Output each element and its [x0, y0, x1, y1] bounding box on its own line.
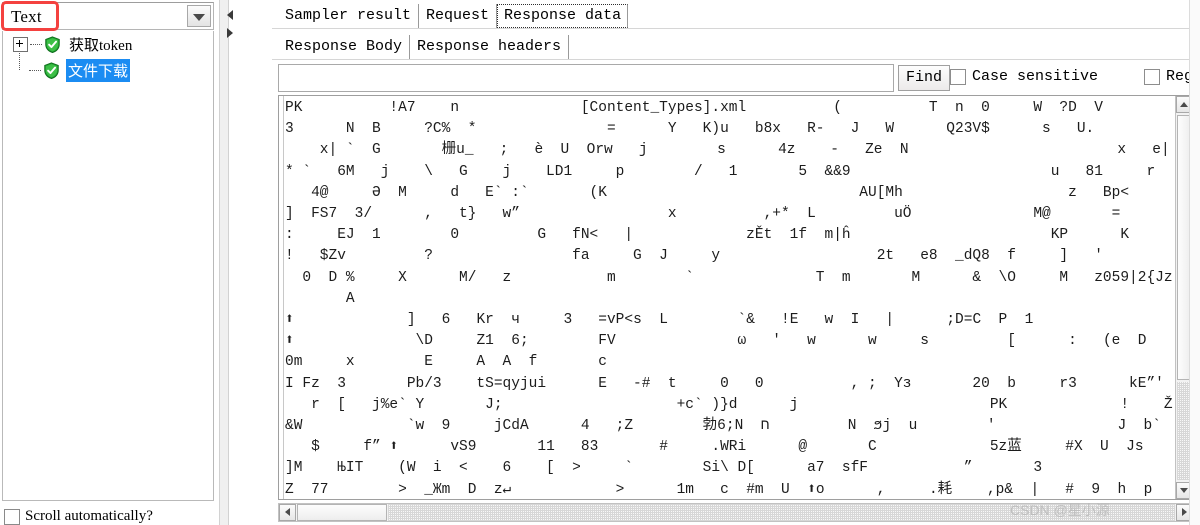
checkbox-box[interactable]	[950, 68, 966, 85]
find-button[interactable]: Find	[898, 65, 951, 91]
expand-plus-icon[interactable]	[13, 36, 28, 52]
right-panel: Sampler result Request Response data Res…	[272, 0, 1200, 525]
render-format-value: Text	[11, 7, 42, 26]
response-body-content[interactable]: PK !A7 n [Content_Types].xml ( T n 0 W ?…	[279, 96, 1179, 499]
left-panel: Text 获取token 文件下载 Scroll automatically?	[0, 0, 218, 525]
chevron-down-icon[interactable]	[187, 5, 211, 27]
outer-tab-bar: Sampler result Request Response data	[278, 2, 629, 28]
response-body-text: PK !A7 n [Content_Types].xml ( T n 0 W ?…	[285, 100, 1179, 498]
splitter-bar[interactable]	[219, 0, 229, 525]
green-shield-check-icon	[44, 35, 61, 53]
triangle-left-icon[interactable]	[227, 10, 233, 20]
tree-dash-icon	[30, 43, 42, 45]
panel-splitter[interactable]	[218, 0, 272, 525]
triangle-left-icon[interactable]	[279, 504, 296, 521]
tree-item-get-token[interactable]: 获取token	[3, 31, 213, 57]
tree-item-label: 获取token	[69, 37, 133, 54]
response-body-viewport[interactable]: PK !A7 n [Content_Types].xml ( T n 0 W ?…	[278, 95, 1194, 500]
case-sensitive-label: Case sensitive	[972, 68, 1099, 85]
outer-tab-underline	[272, 28, 1200, 29]
tree-dash-icon	[29, 69, 41, 71]
inner-tab-underline	[272, 59, 1200, 60]
scroll-automatically-checkbox[interactable]: Scroll automatically?	[4, 508, 153, 525]
inner-tab-bar: Response Body Response headers	[278, 33, 570, 59]
tab-request[interactable]: Request	[419, 4, 498, 28]
scroll-automatically-label: Scroll automatically?	[25, 508, 153, 524]
checkbox-box[interactable]	[1144, 68, 1160, 85]
tab-response-headers[interactable]: Response headers	[410, 35, 570, 59]
content-left-rule	[279, 96, 284, 499]
render-format-combobox[interactable]: Text	[2, 2, 214, 30]
horizontal-scrollbar-track[interactable]	[388, 504, 1175, 521]
checkbox-box[interactable]	[4, 508, 20, 525]
jmeter-view-results-tree-window: Text 获取token 文件下载 Scroll automatically? …	[0, 0, 1200, 525]
tree-item-label: 文件下载	[66, 58, 131, 82]
search-input[interactable]	[278, 64, 894, 92]
green-shield-check-icon	[43, 61, 60, 79]
tab-response-data[interactable]: Response data	[497, 4, 629, 28]
tab-sampler-result[interactable]: Sampler result	[278, 4, 420, 28]
tree-item-file-download[interactable]: 文件下载	[3, 57, 213, 83]
triangle-right-icon[interactable]	[227, 28, 233, 38]
tree-elbow-icon	[13, 63, 28, 77]
horizontal-scrollbar-thumb[interactable]	[297, 504, 387, 521]
find-bar: Find Case sensitive Regular exp.	[278, 64, 1200, 92]
window-right-rail[interactable]	[1189, 0, 1200, 525]
case-sensitive-checkbox[interactable]: Case sensitive	[950, 68, 1098, 85]
tab-response-body[interactable]: Response Body	[278, 35, 411, 59]
horizontal-scrollbar[interactable]	[278, 503, 1194, 522]
results-tree[interactable]: 获取token 文件下载	[2, 31, 214, 501]
